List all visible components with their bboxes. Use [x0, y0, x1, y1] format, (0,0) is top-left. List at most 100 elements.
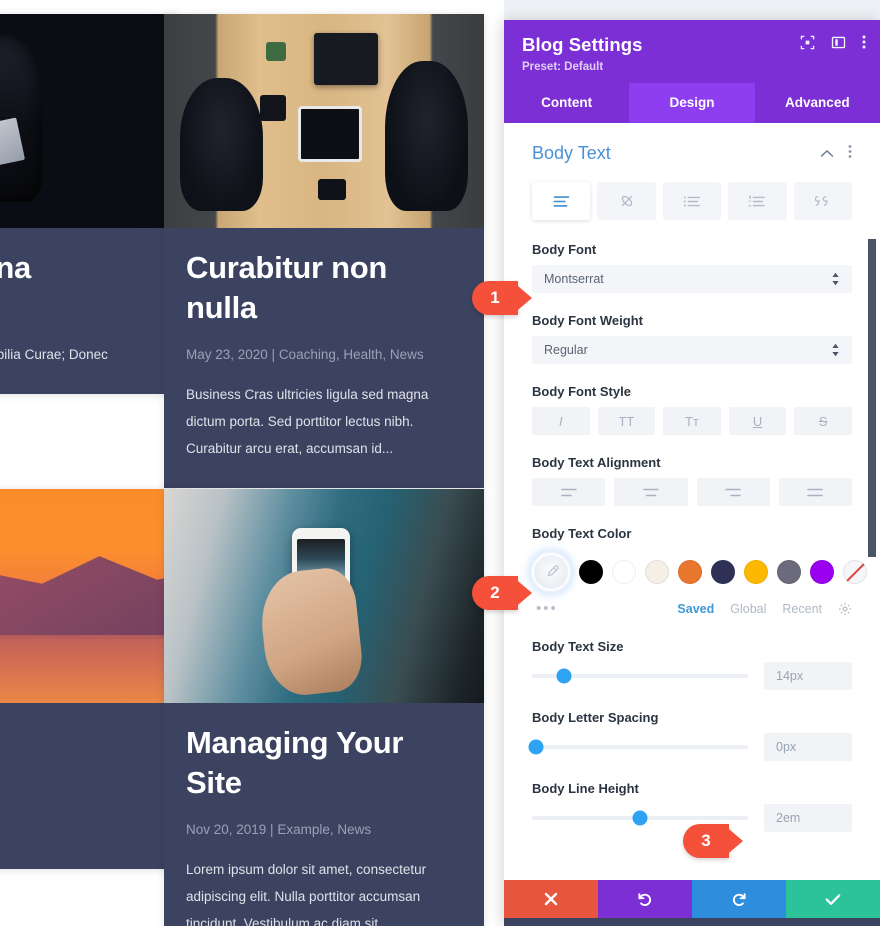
body-text-size-value[interactable]: 14px [764, 662, 852, 690]
italic-icon[interactable]: I [532, 407, 590, 435]
unordered-list-icon[interactable] [662, 182, 722, 220]
body-text-size-field: Body Text Size 14px [532, 639, 852, 690]
fullscreen-icon[interactable] [800, 35, 815, 50]
color-swatch[interactable] [678, 560, 702, 584]
palette-tab-global[interactable]: Global [730, 602, 766, 616]
color-swatch[interactable] [810, 560, 834, 584]
post-excerpt: Business Cras ultricies ligula sed magna… [186, 386, 429, 456]
panel-header: Blog Settings Preset: Default [504, 20, 880, 83]
save-button[interactable] [786, 880, 880, 918]
post-meta: oney, News [0, 304, 154, 324]
layout-panel-icon[interactable] [831, 35, 846, 50]
color-swatch[interactable] [744, 560, 768, 584]
body-text-section-header: Body Text [532, 143, 852, 164]
badge-number: 2 [472, 576, 532, 610]
palette-tab-saved[interactable]: Saved [677, 602, 714, 616]
body-text-size-slider[interactable]: 14px [532, 662, 852, 690]
body-line-height-value[interactable]: 2em [764, 804, 852, 832]
strikethrough-glyph: S [818, 413, 828, 429]
blog-post-card[interactable]: ies magna oney, News is in faucibus orci… [0, 14, 176, 394]
body-letter-spacing-field: Body Letter Spacing 0px [528, 710, 852, 761]
color-swatch[interactable] [645, 560, 669, 584]
uppercase-icon[interactable]: TT [597, 407, 656, 435]
post-meta: vs [0, 779, 154, 799]
callout-badge-1: 1 [472, 281, 534, 315]
post-title[interactable]: Curabitur non nulla [186, 248, 462, 329]
body-text-alignment-field: Body Text Alignment [532, 455, 852, 506]
scrollbar-thumb[interactable] [868, 239, 876, 557]
panel-tabs: Content Design Advanced [504, 83, 880, 123]
slider-knob[interactable] [556, 668, 572, 684]
underline-icon[interactable]: U [728, 407, 787, 435]
underline-glyph: U [752, 413, 763, 429]
body-line-height-label: Body Line Height [532, 781, 639, 796]
link-icon[interactable] [597, 182, 656, 220]
redo-button[interactable] [692, 880, 786, 918]
ordered-list-icon[interactable] [728, 182, 787, 220]
body-text-color-label: Body Text Color [532, 526, 632, 541]
color-swatch[interactable] [612, 560, 636, 584]
slider-track[interactable] [532, 810, 748, 826]
color-swatch-transparent[interactable] [843, 560, 867, 584]
chevron-updown-icon [831, 272, 840, 286]
post-title[interactable]: ies magna [0, 248, 154, 288]
slider-track[interactable] [528, 739, 748, 755]
post-thumbnail[interactable] [0, 14, 176, 228]
color-swatch[interactable] [579, 560, 603, 584]
post-title[interactable]: Managing Your Site [186, 723, 462, 804]
body-font-label: Body Font [532, 242, 597, 257]
paragraph-icon[interactable] [532, 182, 591, 220]
blog-post-card[interactable]: Managing Your Site Nov 20, 2019 | Exampl… [164, 489, 484, 926]
align-right-icon[interactable] [696, 478, 770, 506]
post-title[interactable]: smod s [0, 723, 154, 763]
tab-advanced[interactable]: Advanced [755, 83, 880, 123]
tab-design[interactable]: Design [629, 83, 755, 123]
business-desk-overhead-photo [164, 14, 484, 228]
panel-scrollbar[interactable] [868, 123, 876, 880]
preset-selector[interactable]: Preset: Default [522, 61, 862, 73]
strikethrough-icon[interactable]: S [794, 407, 852, 435]
body-text-toolbar [532, 182, 853, 220]
more-vertical-icon[interactable] [848, 144, 852, 164]
section-header-icons [820, 144, 852, 164]
body-font-select[interactable]: Montserrat [532, 265, 852, 293]
post-thumbnail[interactable] [0, 489, 176, 703]
eyedropper-icon[interactable] [532, 553, 570, 591]
body-font-style-buttons: I TT Tт U S [532, 407, 852, 435]
align-left-icon[interactable] [532, 478, 606, 506]
chevron-updown-icon [831, 343, 840, 357]
body-letter-spacing-value[interactable]: 0px [764, 733, 852, 761]
panel-footer-strip [504, 918, 880, 926]
align-center-icon[interactable] [614, 478, 688, 506]
post-thumbnail[interactable] [164, 489, 484, 703]
body-letter-spacing-slider[interactable]: 0px [528, 733, 852, 761]
blog-post-card[interactable]: smod s vs bero Lorem ipsum [0, 489, 176, 869]
palette-tab-recent[interactable]: Recent [782, 602, 822, 616]
undo-button[interactable] [598, 880, 692, 918]
slider-track[interactable] [532, 668, 748, 684]
slider-knob[interactable] [528, 739, 544, 755]
small-caps-icon[interactable]: Tт [663, 407, 721, 435]
more-colors-icon[interactable]: ••• [536, 600, 661, 617]
post-body: Curabitur non nulla May 23, 2020 | Coach… [164, 228, 484, 488]
man-in-suit-photo [0, 14, 176, 228]
body-font-style-label: Body Font Style [532, 384, 631, 399]
blockquote-icon[interactable] [793, 182, 853, 220]
gear-icon[interactable] [838, 602, 852, 616]
body-font-weight-select[interactable]: Regular [532, 336, 852, 364]
panel-scroll-region: Body Text Body Font Montserrat Body Font… [504, 123, 880, 880]
align-justify-icon[interactable] [778, 478, 852, 506]
body-font-field: Body Font Montserrat [532, 242, 852, 293]
badge-number: 3 [683, 824, 743, 858]
chevron-up-icon[interactable] [820, 145, 834, 163]
blog-post-card[interactable]: Curabitur non nulla May 23, 2020 | Coach… [164, 14, 484, 488]
post-thumbnail[interactable] [164, 14, 484, 228]
color-swatch[interactable] [777, 560, 801, 584]
color-swatch[interactable] [711, 560, 735, 584]
cancel-button[interactable] [504, 880, 598, 918]
slider-knob[interactable] [632, 810, 648, 826]
badge-number: 1 [472, 281, 532, 315]
body-font-weight-value: Regular [544, 343, 588, 357]
more-vertical-icon[interactable] [862, 34, 866, 50]
tab-content[interactable]: Content [504, 83, 629, 123]
